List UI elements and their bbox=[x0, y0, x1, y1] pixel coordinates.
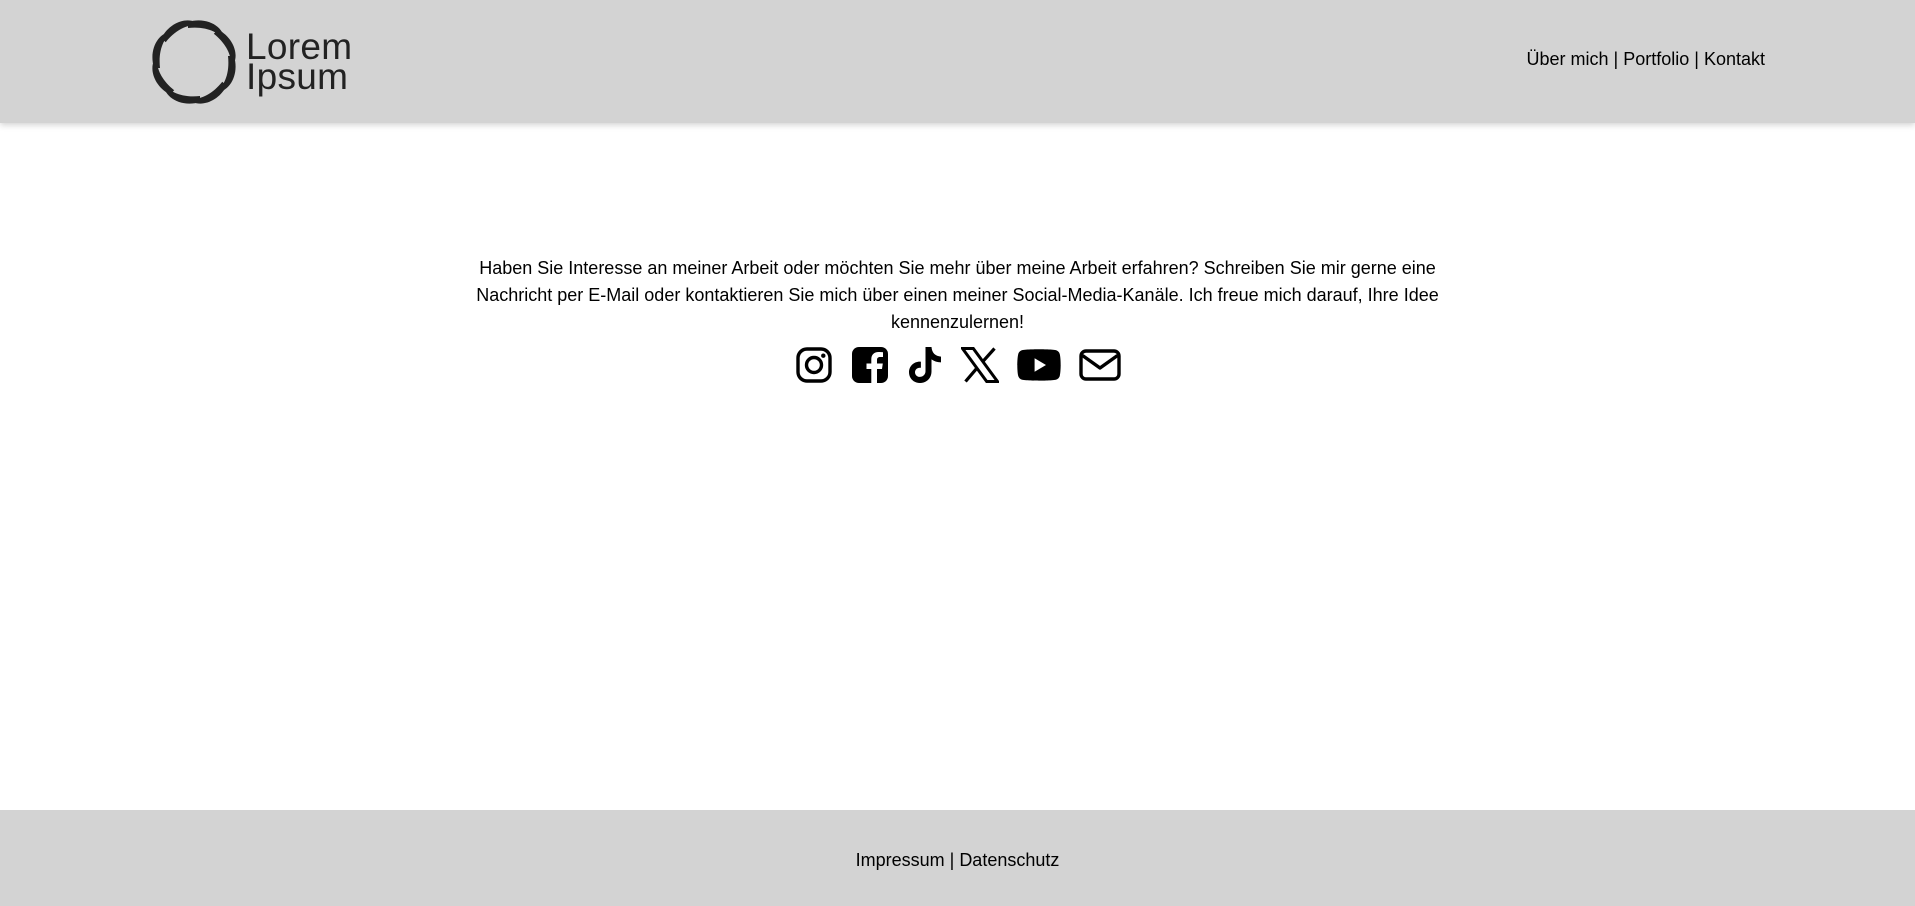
main-nav: Über mich | Portfolio | Kontakt bbox=[1527, 49, 1766, 70]
social-links bbox=[0, 345, 1915, 385]
footer-link-datenschutz[interactable]: Datenschutz bbox=[959, 850, 1059, 870]
nav-link-portfolio[interactable]: Portfolio bbox=[1623, 49, 1689, 70]
nav-separator: | bbox=[1608, 49, 1624, 69]
facebook-link[interactable] bbox=[851, 346, 889, 384]
footer-separator: | bbox=[944, 850, 960, 870]
site-header: Lorem Ipsum Über mich | Portfolio | Kont… bbox=[0, 0, 1915, 123]
tiktok-link[interactable] bbox=[907, 345, 943, 385]
youtube-icon bbox=[1016, 349, 1061, 381]
email-link[interactable] bbox=[1078, 349, 1121, 381]
logo-text: Lorem Ipsum bbox=[246, 28, 352, 97]
nav-link-kontakt[interactable]: Kontakt bbox=[1704, 49, 1765, 70]
instagram-link[interactable] bbox=[795, 346, 833, 384]
nav-separator: | bbox=[1689, 49, 1704, 69]
facebook-icon bbox=[851, 347, 888, 383]
email-icon bbox=[1078, 349, 1121, 381]
nav-link-ueber-mich[interactable]: Über mich bbox=[1527, 49, 1609, 70]
site-footer: Impressum | Datenschutz bbox=[0, 810, 1915, 906]
instagram-icon bbox=[795, 347, 832, 383]
tiktok-icon bbox=[908, 347, 941, 383]
main-content: Haben Sie Interesse an meiner Arbeit ode… bbox=[0, 123, 1915, 810]
flower-ring-logo-icon bbox=[150, 16, 238, 108]
x-icon bbox=[960, 347, 999, 383]
logo[interactable]: Lorem Ipsum bbox=[150, 16, 360, 108]
contact-intro-text: Haben Sie Interesse an meiner Arbeit ode… bbox=[476, 258, 1439, 332]
x-link[interactable] bbox=[960, 347, 999, 383]
footer-links: Impressum | Datenschutz bbox=[0, 850, 1915, 871]
logo-text-line2: Ipsum bbox=[246, 56, 349, 97]
youtube-link[interactable] bbox=[1016, 349, 1061, 381]
footer-link-impressum[interactable]: Impressum bbox=[856, 850, 945, 870]
